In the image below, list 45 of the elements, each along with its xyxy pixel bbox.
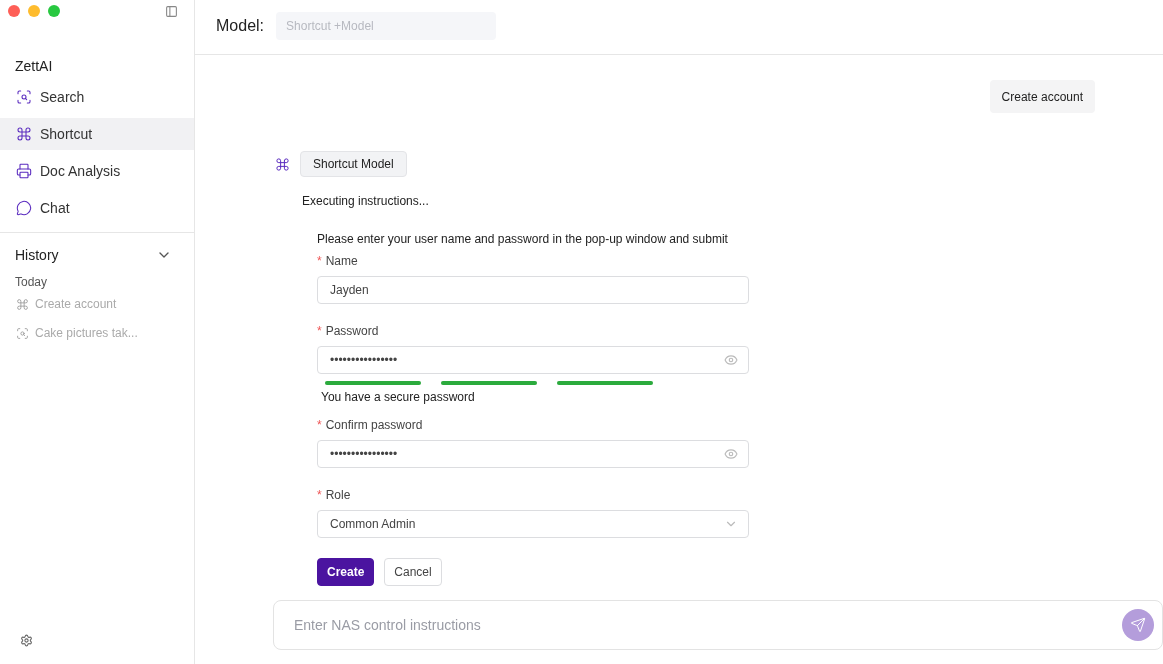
user-message: Create account	[989, 80, 1095, 113]
required-asterisk: *	[317, 254, 322, 268]
history-title: History	[15, 247, 59, 263]
password-field[interactable]: ••••••••••••••••	[317, 346, 749, 374]
field-label: Password	[325, 324, 379, 338]
input-field[interactable]: Jayden	[317, 276, 749, 304]
maximize-window-dot[interactable]	[48, 5, 60, 17]
field-label: Role	[325, 488, 351, 502]
chat-icon	[16, 200, 32, 216]
required-asterisk: *	[317, 418, 322, 432]
message-composer[interactable]: Enter NAS control instructions	[273, 600, 1163, 650]
required-asterisk: *	[317, 324, 322, 338]
model-chip: Shortcut Model	[300, 151, 407, 177]
create-button[interactable]: Create	[317, 558, 375, 586]
cancel-button[interactable]: Cancel	[384, 558, 442, 586]
required-asterisk: *	[317, 488, 322, 502]
eye-icon[interactable]	[724, 447, 738, 461]
model-label: Model:	[216, 17, 265, 35]
role-select[interactable]: Common Admin	[317, 510, 749, 538]
history-group-label: Today	[14, 274, 49, 289]
command-icon	[16, 297, 29, 311]
command-icon	[275, 156, 290, 172]
model-field[interactable]: Shortcut +Model	[276, 12, 497, 40]
send-button[interactable]	[1122, 609, 1154, 641]
field-label: Name	[325, 254, 358, 268]
sidebar-toggle-icon[interactable]	[165, 4, 178, 18]
password-field[interactable]: ••••••••••••••••	[317, 440, 749, 468]
field-label: Confirm password	[325, 418, 423, 432]
sidebar-item[interactable]: Search	[0, 81, 194, 113]
form-intro: Please enter your user name and password in the pop-up window and submit	[317, 232, 729, 246]
send-icon	[1130, 617, 1146, 633]
settings-icon[interactable]	[20, 634, 33, 647]
sidebar-item[interactable]: Doc Analysis	[0, 155, 194, 187]
search-icon	[16, 89, 32, 105]
status-text: Executing instructions...	[302, 194, 430, 208]
sidebar-item[interactable]: Shortcut	[0, 118, 194, 150]
printer-icon	[16, 163, 32, 179]
brand-name: ZettAI	[15, 58, 54, 76]
search-icon	[16, 326, 29, 340]
eye-icon[interactable]	[724, 353, 738, 367]
minimize-window-dot[interactable]	[28, 5, 40, 17]
close-window-dot[interactable]	[8, 5, 20, 17]
strength-text: You have a secure password	[321, 390, 476, 404]
sidebar-item[interactable]: Chat	[0, 192, 194, 224]
command-icon	[16, 126, 32, 142]
